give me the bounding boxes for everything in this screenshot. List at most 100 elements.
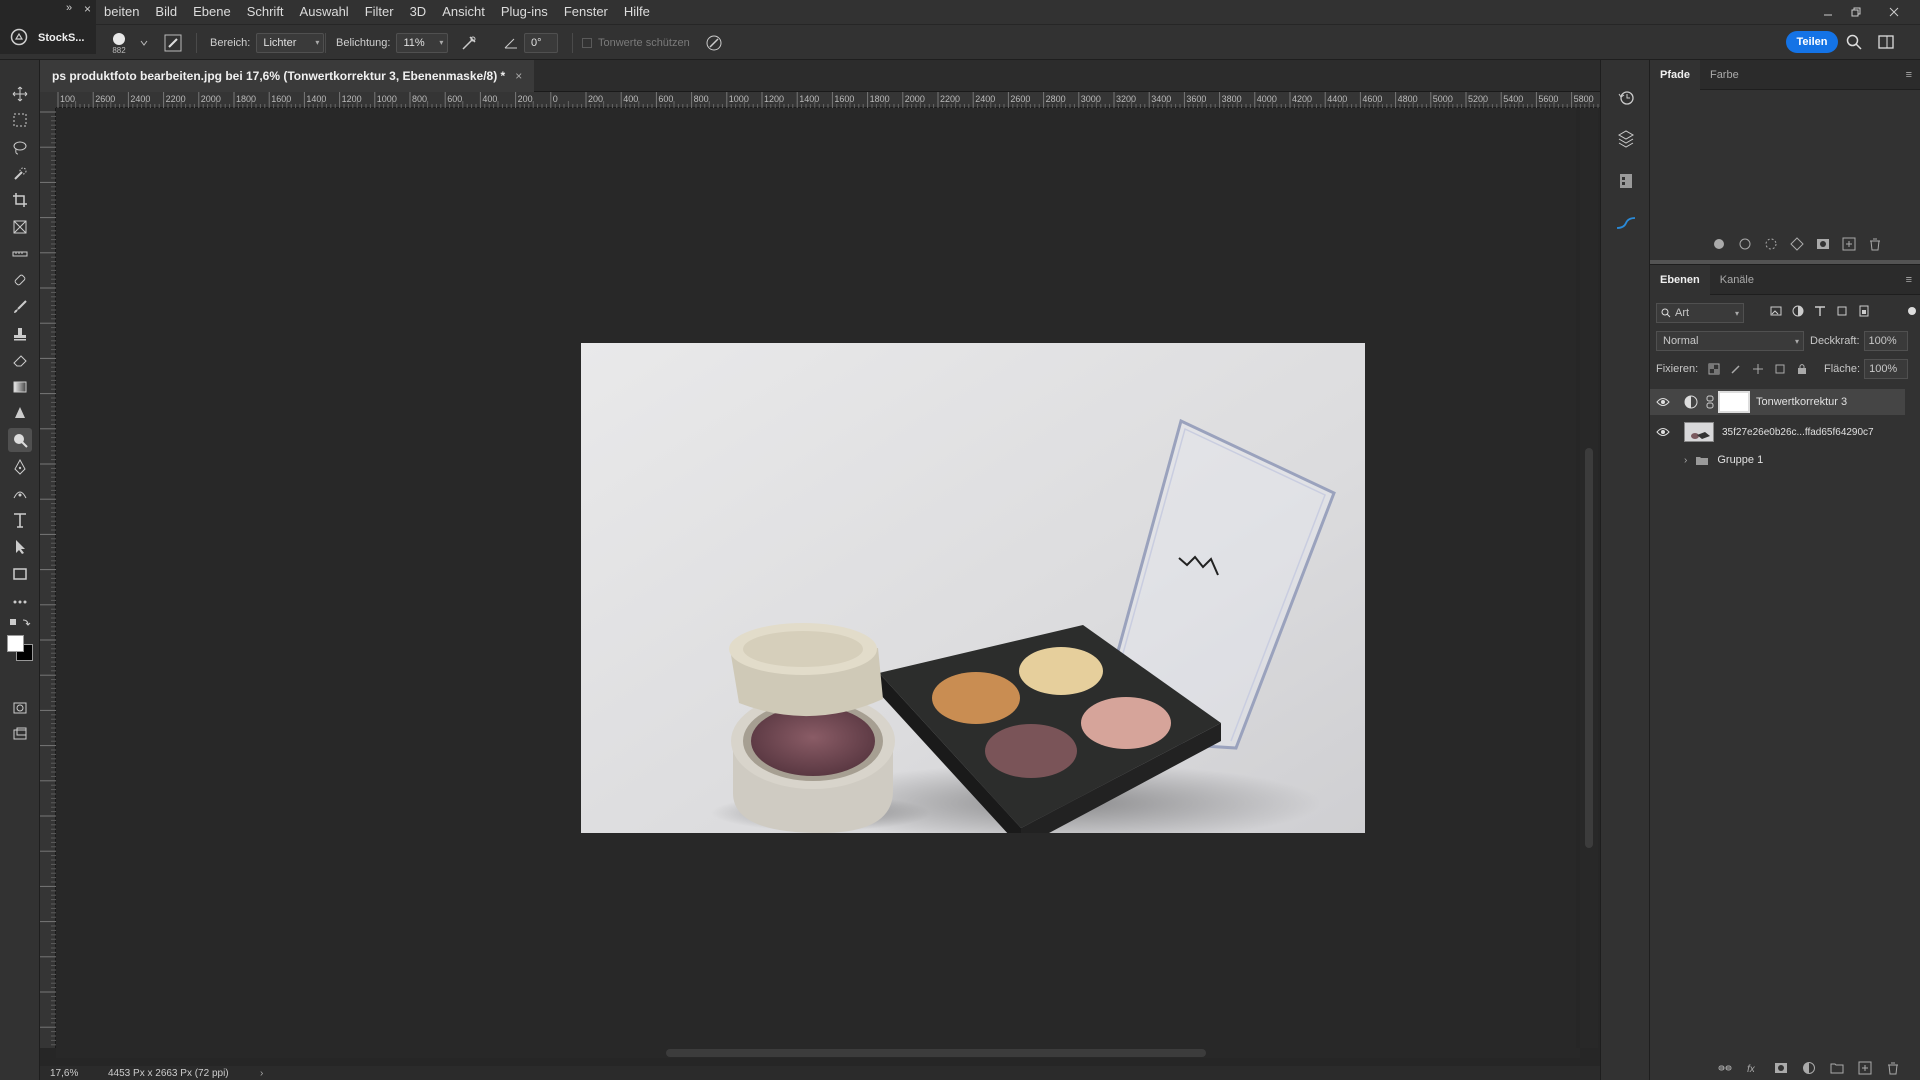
product-photo[interactable] [581, 343, 1365, 833]
search-icon[interactable] [1846, 24, 1862, 60]
restore-icon[interactable] [1842, 0, 1870, 24]
home-icon[interactable] [10, 28, 28, 46]
layer-thumbnail[interactable] [1684, 422, 1714, 442]
new-group-icon[interactable] [1830, 1061, 1844, 1075]
new-adjustment-layer-icon[interactable] [1802, 1061, 1816, 1075]
group-name[interactable]: Gruppe 1 [1709, 454, 1763, 466]
quick-mask-icon[interactable] [8, 696, 32, 720]
layer-name[interactable]: 35f27e26e0b26c...ffad65f64290c7 [1714, 427, 1874, 438]
menu-select[interactable]: Auswahl [292, 0, 357, 24]
vertical-scroll-thumb[interactable] [1585, 448, 1593, 848]
vertical-ruler[interactable] [40, 108, 56, 1048]
lasso-tool-icon[interactable] [8, 136, 32, 160]
menu-edit[interactable]: beiten [96, 0, 147, 24]
stroke-path-icon[interactable] [1738, 237, 1752, 251]
fill-path-icon[interactable] [1712, 237, 1726, 251]
menu-layer[interactable]: Ebene [185, 0, 239, 24]
quick-selection-tool-icon[interactable] [8, 162, 32, 186]
eyedropper-tool-icon[interactable] [8, 242, 32, 266]
tab-channels[interactable]: Kanäle [1710, 265, 1764, 295]
healing-brush-tool-icon[interactable] [8, 268, 32, 292]
adjustment-filter-icon[interactable] [1792, 305, 1804, 317]
window-close-icon[interactable] [1880, 0, 1908, 24]
delete-path-icon[interactable] [1868, 237, 1882, 251]
exposure-input[interactable]: 11% ▾ [396, 33, 449, 53]
new-path-icon[interactable] [1842, 237, 1856, 251]
link-layers-icon[interactable] [1718, 1061, 1732, 1075]
horizontal-scrollbar[interactable] [56, 1048, 1580, 1058]
rectangle-tool-icon[interactable] [8, 562, 32, 586]
layer-name[interactable]: Tonwertkorrektur 3 [1750, 396, 1847, 408]
color-swatches[interactable] [7, 635, 35, 663]
lock-all-icon[interactable] [1796, 363, 1808, 375]
image-filter-icon[interactable] [1770, 305, 1782, 317]
close-icon[interactable]: × [84, 2, 91, 16]
curvature-pen-tool-icon[interactable] [8, 482, 32, 506]
chevron-right-icon[interactable]: › [1676, 455, 1687, 466]
add-mask-icon[interactable] [1816, 237, 1830, 251]
shape-filter-icon[interactable] [1836, 305, 1848, 317]
gradient-tool-icon[interactable] [8, 375, 32, 399]
workspace-switcher-icon[interactable] [1878, 24, 1894, 60]
workspace-label[interactable]: StockS... [38, 32, 84, 44]
adjustments-curve-icon[interactable] [1615, 212, 1637, 234]
tab-paths[interactable]: Pfade [1650, 59, 1700, 90]
more-tools-icon[interactable] [8, 590, 32, 614]
libraries-icon[interactable] [1615, 128, 1637, 150]
swap-colors-icon[interactable] [8, 616, 32, 630]
lock-position-icon[interactable] [1752, 363, 1764, 375]
menu-plugins[interactable]: Plug-ins [493, 0, 556, 24]
history-icon[interactable] [1615, 86, 1637, 108]
chevron-right-icon[interactable]: › [260, 1068, 263, 1079]
brush-preset-picker[interactable]: 882 [112, 25, 126, 61]
type-filter-icon[interactable] [1814, 305, 1826, 317]
filter-toggle[interactable] [1908, 307, 1916, 315]
smartobject-filter-icon[interactable] [1858, 305, 1870, 317]
menu-filter[interactable]: Filter [357, 0, 402, 24]
lock-transparent-icon[interactable] [1708, 363, 1720, 375]
brush-settings-icon[interactable] [164, 25, 182, 61]
pen-tool-icon[interactable] [8, 455, 32, 479]
add-layer-mask-icon[interactable] [1774, 1061, 1788, 1075]
brush-picker-caret[interactable] [140, 25, 148, 61]
properties-icon[interactable] [1615, 170, 1637, 192]
close-tab-icon[interactable]: × [515, 69, 522, 83]
opacity-input[interactable]: 100% [1863, 331, 1908, 351]
visibility-toggle-empty[interactable] [1650, 454, 1676, 466]
menu-image[interactable]: Bild [147, 0, 185, 24]
visibility-eye-icon[interactable] [1650, 397, 1676, 407]
minimize-icon[interactable] [1814, 0, 1842, 24]
brush-tool-icon[interactable] [8, 295, 32, 319]
tab-layers[interactable]: Ebenen [1650, 264, 1710, 295]
lock-artboard-icon[interactable] [1774, 363, 1786, 375]
visibility-eye-icon[interactable] [1650, 427, 1676, 437]
document-tab[interactable]: ps produktfoto bearbeiten.jpg bei 17,6% … [40, 60, 535, 92]
menu-view[interactable]: Ansicht [434, 0, 493, 24]
vertical-scrollbar[interactable] [1580, 108, 1598, 1048]
horizontal-scroll-thumb[interactable] [666, 1049, 1206, 1057]
menu-window[interactable]: Fenster [556, 0, 616, 24]
pressure-size-icon[interactable] [705, 25, 723, 61]
delete-layer-icon[interactable] [1886, 1061, 1900, 1075]
clone-stamp-tool-icon[interactable] [8, 322, 32, 346]
layer-row[interactable]: › Gruppe 1 [1650, 447, 1905, 473]
panel-menu-icon[interactable]: ≡ [1906, 274, 1912, 286]
layer-filter-select[interactable]: Art ▾ [1656, 303, 1744, 323]
path-selection-tool-icon[interactable] [8, 535, 32, 559]
protect-tones-checkbox[interactable]: Tonwerte schützen [582, 25, 690, 61]
zoom-level[interactable]: 17,6% [40, 1068, 92, 1079]
horizontal-ruler[interactable]: 100 2600 2400 2200 2000 1800 1600 1400 1200 1000 8… [56, 92, 1600, 108]
new-layer-icon[interactable] [1858, 1061, 1872, 1075]
fill-input[interactable]: 100% [1864, 359, 1909, 379]
crop-tool-icon[interactable] [8, 188, 32, 212]
menu-type[interactable]: Schrift [239, 0, 292, 24]
load-selection-icon[interactable] [1764, 237, 1778, 251]
menu-3d[interactable]: 3D [402, 0, 435, 24]
more-menus-icon[interactable]: » [66, 2, 72, 14]
panel-menu-icon[interactable]: ≡ [1906, 69, 1912, 81]
move-tool-icon[interactable] [8, 82, 32, 106]
foreground-color-swatch[interactable] [7, 635, 24, 652]
type-tool-icon[interactable] [8, 508, 32, 532]
screen-mode-icon[interactable] [8, 722, 32, 746]
share-button[interactable]: Teilen [1786, 31, 1838, 53]
